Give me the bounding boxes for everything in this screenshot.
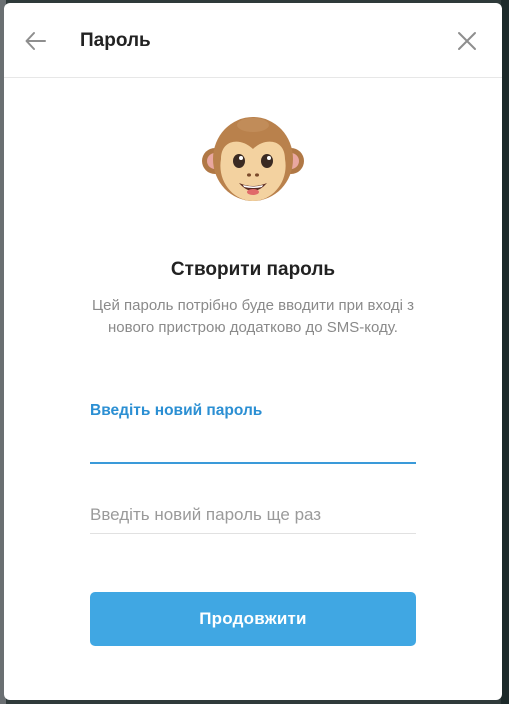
dialog-header: Пароль	[4, 3, 502, 78]
close-icon	[458, 32, 476, 50]
new-password-input[interactable]	[90, 428, 416, 464]
new-password-label: Введіть новий пароль	[90, 402, 263, 419]
back-button[interactable]	[22, 27, 50, 55]
background-wallpaper	[501, 0, 509, 704]
continue-button[interactable]: Продовжити	[90, 592, 416, 646]
password-dialog: Пароль Створити пароль Цей пароль потріб…	[4, 3, 502, 700]
dialog-title: Пароль	[80, 30, 151, 51]
close-button[interactable]	[453, 27, 481, 55]
repeat-password-input[interactable]	[90, 497, 416, 534]
monkey-emoji-icon	[202, 117, 304, 201]
create-password-heading: Створити пароль	[170, 259, 336, 280]
arrow-left-icon	[25, 32, 46, 50]
password-description: Цей пароль потрібно буде вводити при вхо…	[92, 297, 414, 336]
